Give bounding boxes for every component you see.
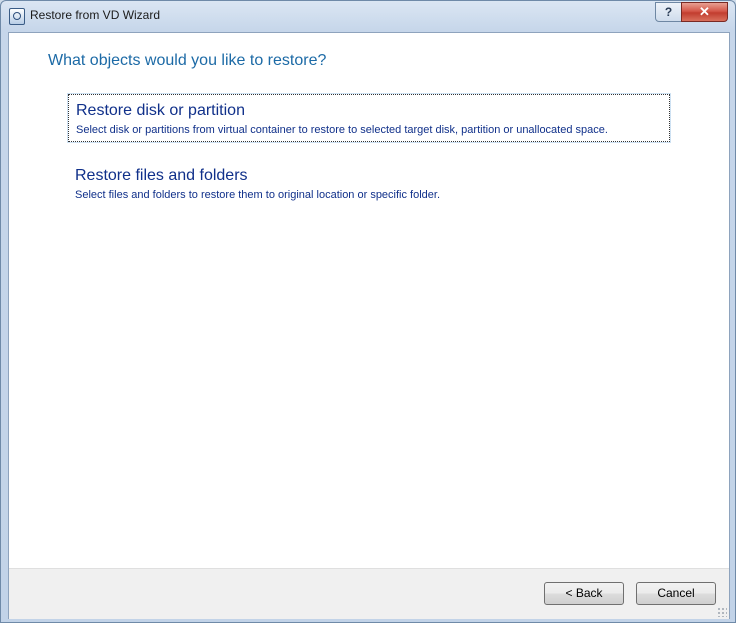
option-description: Select disk or partitions from virtual c… — [76, 124, 608, 136]
option-title: Restore files and folders — [75, 167, 248, 184]
resize-grip[interactable] — [717, 607, 727, 617]
option-title: Restore disk or partition — [76, 102, 245, 119]
help-button[interactable]: ? — [655, 2, 682, 22]
cancel-button[interactable]: Cancel — [636, 582, 716, 605]
button-bar: < Back Cancel — [9, 568, 729, 619]
option-restore-files[interactable]: Restore files and folders Select files a… — [68, 160, 668, 206]
wizard-window: Restore from VD Wizard ? ✕ What objects … — [0, 0, 736, 623]
app-icon — [9, 8, 25, 25]
wizard-content: What objects would you like to restore? … — [8, 32, 730, 619]
close-button[interactable]: ✕ — [681, 2, 728, 22]
back-button[interactable]: < Back — [544, 582, 624, 605]
window-title: Restore from VD Wizard — [30, 8, 161, 22]
option-restore-disk[interactable]: Restore disk or partition Select disk or… — [67, 93, 671, 143]
page-title: What objects would you like to restore? — [48, 52, 327, 69]
option-description: Select files and folders to restore them… — [75, 189, 441, 201]
title-bar[interactable]: Restore from VD Wizard ? ✕ — [1, 1, 735, 31]
close-icon: ✕ — [699, 4, 710, 19]
